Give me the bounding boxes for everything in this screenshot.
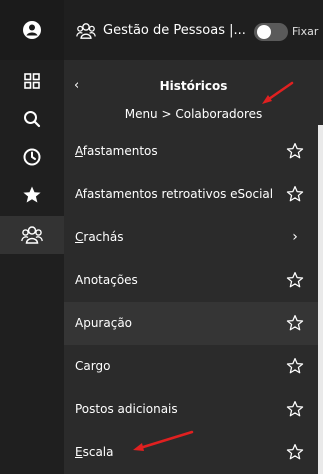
label-rest: Anotações <box>75 273 138 287</box>
favorite-toggle[interactable] <box>285 184 305 204</box>
favorite-toggle[interactable] <box>285 356 305 376</box>
menu-panel: Gestão de Pessoas |... Fixar ‹ Histórico… <box>64 0 323 474</box>
menu-item-label: Crachás <box>75 229 124 246</box>
label-rest: Cargo <box>75 359 111 373</box>
label-rest: Afastamentos retroativos eSocial <box>75 187 274 201</box>
favorites-button[interactable] <box>0 176 64 214</box>
menu-item-label: Anotações <box>75 272 138 289</box>
app-title[interactable]: Gestão de Pessoas |... <box>103 22 246 40</box>
apps-grid-icon <box>24 73 40 89</box>
chevron-right-icon: › <box>292 229 298 245</box>
menu-item-anotacoes[interactable]: Anotações <box>64 259 323 302</box>
access-key: A <box>75 144 83 158</box>
star-outline-icon <box>286 185 304 202</box>
favorite-toggle[interactable] <box>285 270 305 290</box>
search-button[interactable] <box>0 100 64 138</box>
access-key: E <box>75 445 83 459</box>
app-header: Gestão de Pessoas |... Fixar <box>64 0 323 60</box>
menu-item-cargo[interactable]: Cargo <box>64 345 323 388</box>
breadcrumb[interactable]: Menu > Colaboradores <box>64 106 323 122</box>
pin-label: Fixar <box>292 25 319 38</box>
label-rest: scala <box>82 445 114 459</box>
menu-item-afastamentos-retroativos[interactable]: Afastamentos retroativos eSocial <box>64 173 323 216</box>
menu-item-label: Cargo <box>75 358 110 375</box>
favorite-toggle[interactable] <box>285 442 305 462</box>
nav-header: ‹ Históricos Menu > Colaboradores <box>64 60 323 122</box>
people-button[interactable] <box>0 216 64 254</box>
history-button[interactable] <box>0 138 64 176</box>
profile-icon <box>23 21 41 39</box>
scrollbar[interactable] <box>318 125 323 474</box>
menu-item-label: Afastamentos <box>75 143 158 160</box>
star-outline-icon <box>286 314 304 331</box>
menu-item-label: Apuração <box>75 315 132 332</box>
favorite-toggle[interactable] <box>285 399 305 419</box>
label-rest: Postos adicionais <box>75 402 178 416</box>
menu-item-label: Escala <box>75 444 113 461</box>
people-group-icon <box>76 23 96 39</box>
menu-item-crachas[interactable]: Crachás › <box>64 216 323 259</box>
star-outline-icon <box>286 357 304 374</box>
label-rest: Apuração <box>75 316 133 330</box>
menu-item-afastamentos[interactable]: Afastamentos <box>64 130 323 173</box>
rail-header <box>0 0 64 60</box>
favorite-toggle[interactable] <box>285 313 305 333</box>
search-icon <box>24 111 41 128</box>
menu-item-escala[interactable]: Escala <box>64 431 323 474</box>
favorites-star-icon <box>23 186 41 203</box>
star-outline-icon <box>286 443 304 460</box>
expand-submenu[interactable]: › <box>285 227 305 247</box>
label-rest: rachás <box>83 230 124 244</box>
menu-item-label: Afastamentos retroativos eSocial <box>75 186 273 203</box>
icon-rail <box>0 0 64 474</box>
history-clock-icon <box>23 148 41 166</box>
pin-toggle[interactable] <box>254 23 288 41</box>
profile-button[interactable] <box>0 11 64 49</box>
star-outline-icon <box>286 400 304 417</box>
section-title: Históricos <box>159 79 228 93</box>
star-outline-icon <box>286 271 304 288</box>
menu-item-postos-adicionais[interactable]: Postos adicionais <box>64 388 323 431</box>
star-outline-icon <box>286 142 304 159</box>
favorite-toggle[interactable] <box>285 141 305 161</box>
scrollbar-thumb[interactable] <box>318 125 323 474</box>
menu-item-label: Postos adicionais <box>75 401 178 418</box>
apps-button[interactable] <box>0 62 64 100</box>
menu-item-apuracao[interactable]: Apuração <box>64 302 323 345</box>
label-rest: fastamentos <box>82 144 158 158</box>
toggle-knob <box>257 25 271 39</box>
people-group-icon <box>21 226 43 244</box>
